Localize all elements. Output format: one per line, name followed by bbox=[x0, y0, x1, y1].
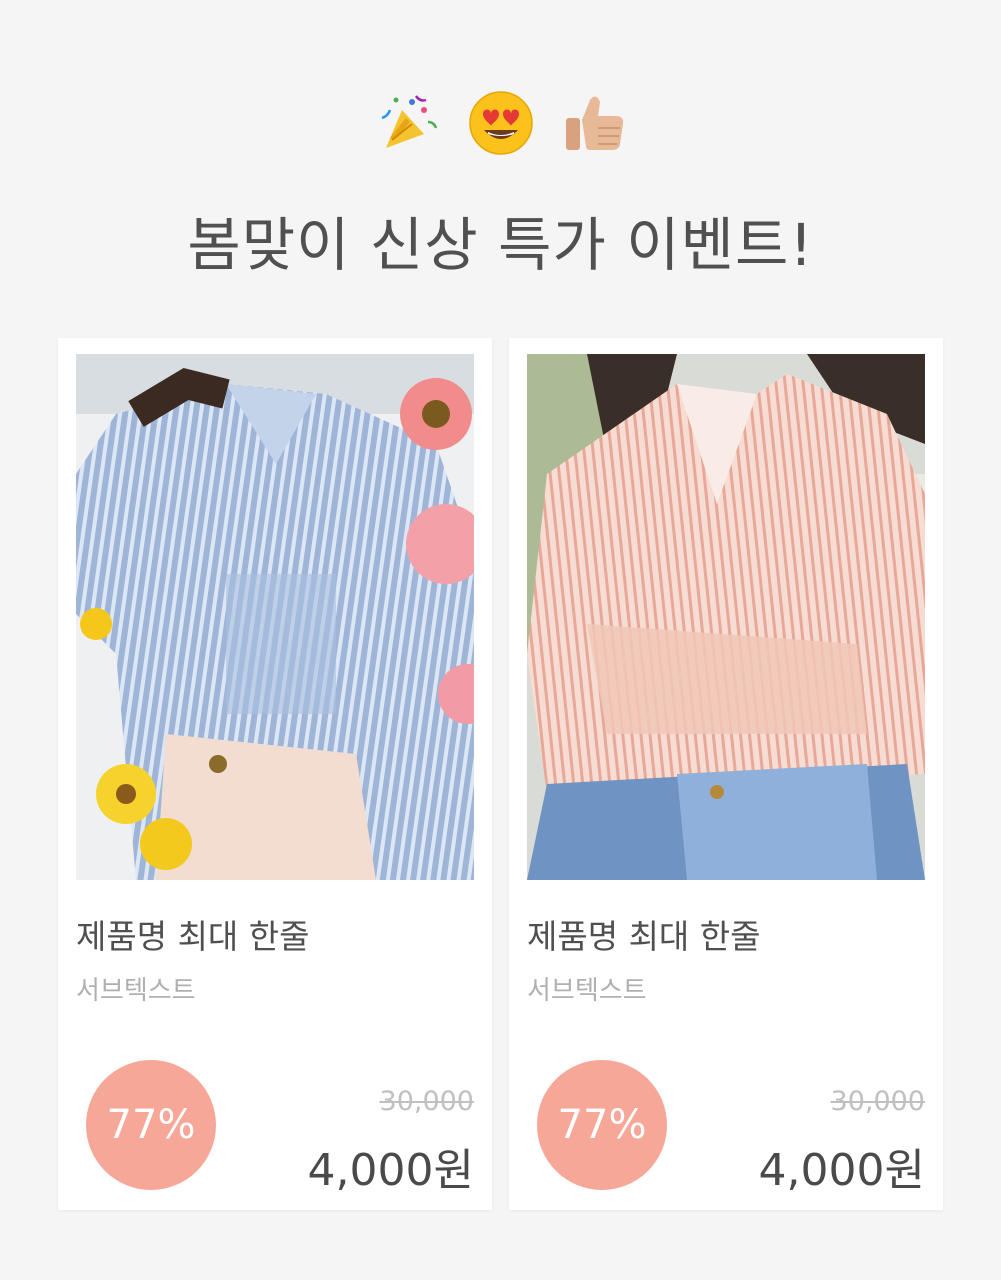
discount-badge: 77% bbox=[537, 1060, 667, 1190]
event-title: 봄맞이 신상 특가 이벤트! bbox=[187, 211, 814, 279]
emoji-row bbox=[0, 88, 1001, 158]
party-popper-icon bbox=[381, 95, 437, 148]
product-card[interactable]: 제품명 최대 한줄 서브텍스트 77% 30,000 4,000원 bbox=[58, 338, 492, 1210]
event-page: 봄맞이 신상 특가 이벤트! 제품명 최대 한줄 서브텍스트 77% 30,00… bbox=[0, 0, 1001, 1280]
product-subtext: 서브텍스트 bbox=[76, 976, 196, 1006]
thumbs-up-icon bbox=[565, 96, 623, 150]
product-subtext: 서브텍스트 bbox=[527, 976, 647, 1006]
product-name: 제품명 최대 한줄 bbox=[527, 917, 761, 956]
sale-price: 4,000원 bbox=[758, 1145, 925, 1196]
product-card[interactable]: 제품명 최대 한줄 서브텍스트 77% 30,000 4,000원 bbox=[509, 338, 943, 1210]
product-photo[interactable] bbox=[527, 354, 925, 880]
sale-price: 4,000원 bbox=[307, 1145, 474, 1196]
product-photo[interactable] bbox=[76, 354, 474, 880]
heart-eyes-icon bbox=[468, 91, 533, 155]
original-price: 30,000 bbox=[830, 1086, 925, 1117]
discount-badge: 77% bbox=[86, 1060, 216, 1190]
original-price: 30,000 bbox=[379, 1086, 474, 1117]
product-name: 제품명 최대 한줄 bbox=[76, 917, 310, 956]
